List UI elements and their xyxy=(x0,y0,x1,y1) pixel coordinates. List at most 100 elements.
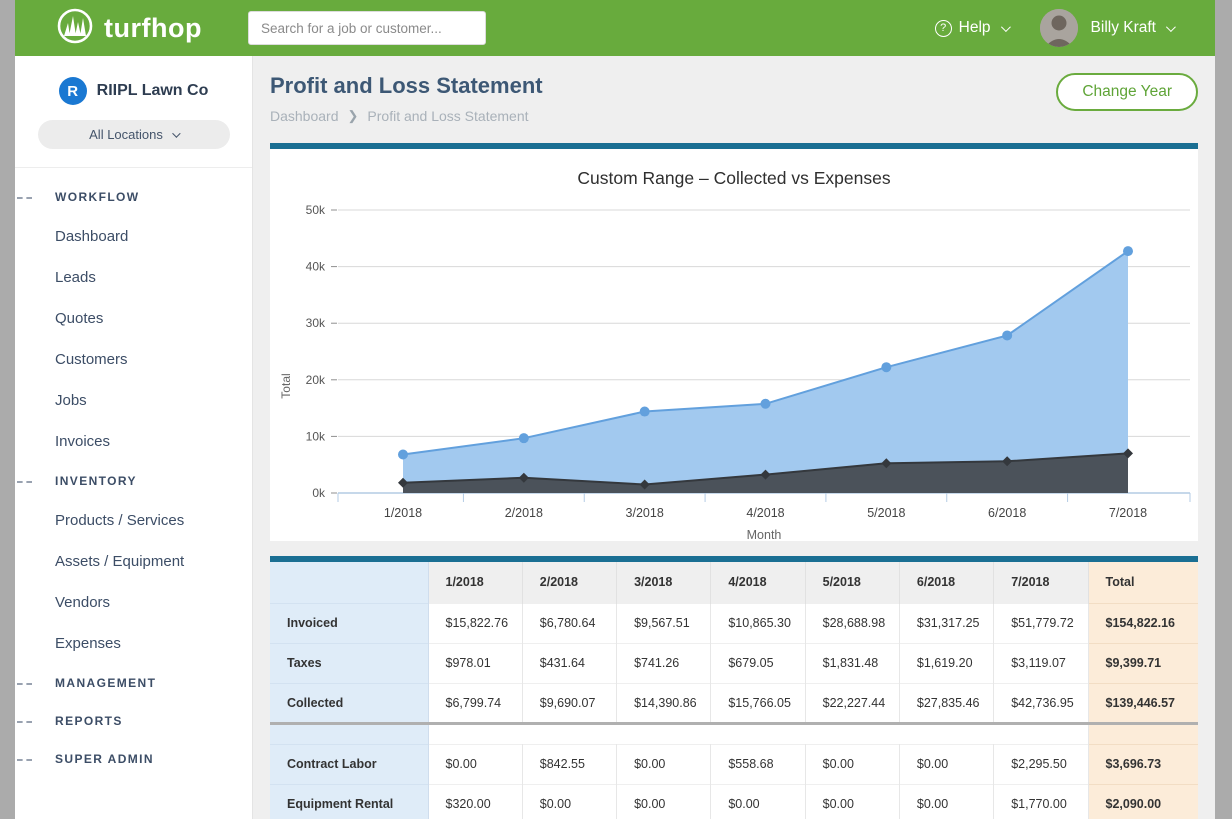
breadcrumb-dashboard[interactable]: Dashboard xyxy=(270,108,339,124)
table-spacer-row xyxy=(270,723,1198,744)
table-header-month: 4/2018 xyxy=(711,562,805,603)
collected-point[interactable] xyxy=(760,399,770,409)
row-label: Invoiced xyxy=(270,603,428,643)
table-header-month: 5/2018 xyxy=(805,562,899,603)
row-total: $2,090.00 xyxy=(1088,784,1198,819)
breadcrumb-separator-icon: ❯ xyxy=(348,108,359,124)
table-header-blank xyxy=(270,562,428,603)
y-tick-label: 40k xyxy=(306,260,326,274)
cell-value: $1,619.20 xyxy=(899,643,993,683)
cell-value: $15,766.05 xyxy=(711,683,805,723)
grass-logo-icon xyxy=(55,6,95,51)
sidebar-section-reports[interactable]: REPORTS xyxy=(15,702,252,740)
table-spacer-cell xyxy=(805,723,899,744)
pl-table-card: 1/20182/20183/20184/20185/20186/20187/20… xyxy=(270,556,1198,819)
brand-logo[interactable]: turfhop xyxy=(55,6,202,51)
table-row: Invoiced$15,822.76$6,780.64$9,567.51$10,… xyxy=(270,603,1198,643)
sidebar-item-leads[interactable]: Leads xyxy=(15,257,252,298)
search-input[interactable] xyxy=(248,11,486,45)
breadcrumb: Dashboard ❯ Profit and Loss Statement xyxy=(270,108,1198,124)
cell-value: $0.00 xyxy=(617,744,711,784)
window-right-scrollbar[interactable] xyxy=(1215,0,1232,819)
cell-value: $14,390.86 xyxy=(617,683,711,723)
help-menu[interactable]: ? Help xyxy=(935,19,1008,37)
cell-value: $1,770.00 xyxy=(994,784,1088,819)
row-total: $3,696.73 xyxy=(1088,744,1198,784)
collected-point[interactable] xyxy=(881,362,891,372)
sidebar-item-dashboard[interactable]: Dashboard xyxy=(15,216,252,257)
cell-value: $28,688.98 xyxy=(805,603,899,643)
sidebar-section-management[interactable]: MANAGEMENT xyxy=(15,664,252,702)
row-total: $139,446.57 xyxy=(1088,683,1198,723)
table-row: Contract Labor$0.00$842.55$0.00$558.68$0… xyxy=(270,744,1198,784)
table-spacer-cell xyxy=(711,723,805,744)
y-axis-title: Total xyxy=(279,373,293,398)
main-content: Profit and Loss Statement Dashboard ❯ Pr… xyxy=(253,56,1215,819)
x-axis-title: Month xyxy=(747,528,782,541)
collected-point[interactable] xyxy=(640,407,650,417)
x-tick-label: 2/2018 xyxy=(505,506,543,520)
user-menu[interactable]: Billy Kraft xyxy=(1091,19,1173,37)
company-badge: R xyxy=(59,77,87,105)
collected-vs-expenses-chart[interactable]: 0k10k20k30k40k50kTotal1/20182/20183/2018… xyxy=(270,196,1198,541)
cell-value: $1,831.48 xyxy=(805,643,899,683)
cell-value: $320.00 xyxy=(428,784,522,819)
cell-value: $9,567.51 xyxy=(617,603,711,643)
company-header[interactable]: R RIIPL Lawn Co xyxy=(15,77,252,105)
sidebar-item-vendors[interactable]: Vendors xyxy=(15,582,252,623)
table-spacer-cell xyxy=(899,723,993,744)
sidebar-item-jobs[interactable]: Jobs xyxy=(15,380,252,421)
row-total: $154,822.16 xyxy=(1088,603,1198,643)
top-navbar: turfhop ? Help Billy Kraft xyxy=(15,0,1215,56)
help-question-icon: ? xyxy=(935,20,952,37)
collected-point[interactable] xyxy=(398,450,408,460)
sidebar-section-super-admin[interactable]: SUPER ADMIN xyxy=(15,740,252,778)
chevron-down-icon xyxy=(1000,22,1010,32)
change-year-button[interactable]: Change Year xyxy=(1056,73,1198,111)
table-spacer-cell xyxy=(270,723,428,744)
sidebar-section-workflow[interactable]: WORKFLOW xyxy=(15,178,252,216)
company-name: RIIPL Lawn Co xyxy=(97,82,209,100)
profit-loss-table: 1/20182/20183/20184/20185/20186/20187/20… xyxy=(270,562,1198,819)
chart-title: Custom Range – Collected vs Expenses xyxy=(270,149,1198,196)
sidebar: R RIIPL Lawn Co All Locations WORKFLOWDa… xyxy=(15,56,253,819)
user-avatar[interactable] xyxy=(1040,9,1078,47)
sidebar-item-quotes[interactable]: Quotes xyxy=(15,298,252,339)
table-row: Collected$6,799.74$9,690.07$14,390.86$15… xyxy=(270,683,1198,723)
location-selector[interactable]: All Locations xyxy=(38,120,230,149)
cell-value: $0.00 xyxy=(805,744,899,784)
x-tick-label: 7/2018 xyxy=(1109,506,1147,520)
cell-value: $0.00 xyxy=(522,784,616,819)
cell-value: $2,295.50 xyxy=(994,744,1088,784)
sidebar-item-expenses[interactable]: Expenses xyxy=(15,623,252,664)
row-label: Equipment Rental xyxy=(270,784,428,819)
collected-point[interactable] xyxy=(1123,246,1133,256)
cell-value: $6,799.74 xyxy=(428,683,522,723)
row-label: Collected xyxy=(270,683,428,723)
collected-point[interactable] xyxy=(1002,330,1012,340)
sidebar-item-customers[interactable]: Customers xyxy=(15,339,252,380)
x-tick-label: 4/2018 xyxy=(746,506,784,520)
row-total: $9,399.71 xyxy=(1088,643,1198,683)
sidebar-item-products-services[interactable]: Products / Services xyxy=(15,500,252,541)
x-tick-label: 5/2018 xyxy=(867,506,905,520)
collected-point[interactable] xyxy=(519,433,529,443)
sidebar-section-inventory[interactable]: INVENTORY xyxy=(15,462,252,500)
x-tick-label: 1/2018 xyxy=(384,506,422,520)
cell-value: $741.26 xyxy=(617,643,711,683)
cell-value: $0.00 xyxy=(899,744,993,784)
table-header-month: 2/2018 xyxy=(522,562,616,603)
y-tick-label: 30k xyxy=(306,316,326,330)
cell-value: $42,736.95 xyxy=(994,683,1088,723)
cell-value: $27,835.46 xyxy=(899,683,993,723)
window-left-scrollbar[interactable] xyxy=(0,0,15,819)
cell-value: $15,822.76 xyxy=(428,603,522,643)
table-header-month: 3/2018 xyxy=(617,562,711,603)
cell-value: $6,780.64 xyxy=(522,603,616,643)
row-label: Taxes xyxy=(270,643,428,683)
sidebar-item-assets-equipment[interactable]: Assets / Equipment xyxy=(15,541,252,582)
sidebar-item-invoices[interactable]: Invoices xyxy=(15,421,252,462)
y-tick-label: 10k xyxy=(306,429,326,443)
cell-value: $978.01 xyxy=(428,643,522,683)
help-label: Help xyxy=(959,19,991,37)
